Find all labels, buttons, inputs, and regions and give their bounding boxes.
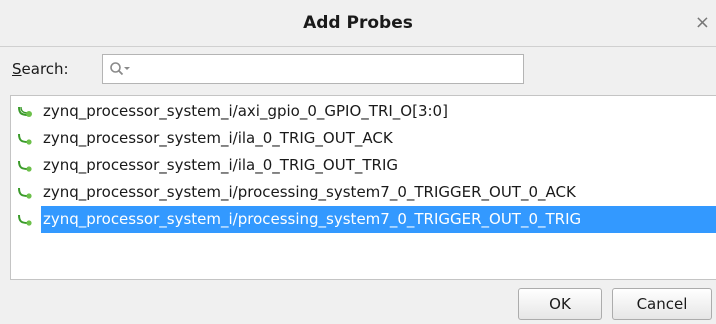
net-icon xyxy=(18,133,32,145)
probe-row-gpio[interactable]: zynq_processor_system_i/axi_gpio_0_GPIO_… xyxy=(11,98,716,125)
net-icon xyxy=(18,214,32,226)
probe-list[interactable]: zynq_processor_system_i/axi_gpio_0_GPIO_… xyxy=(10,95,716,280)
search-label-mnemonic: S xyxy=(12,60,22,78)
probe-label: zynq_processor_system_i/processing_syste… xyxy=(43,183,576,201)
search-label: Search: xyxy=(12,60,69,78)
net-icon xyxy=(18,187,32,199)
close-icon[interactable]: × xyxy=(695,0,710,46)
probe-label: zynq_processor_system_i/ila_0_TRIG_OUT_A… xyxy=(43,129,393,147)
search-input[interactable] xyxy=(135,57,515,81)
probe-label: zynq_processor_system_i/ila_0_TRIG_OUT_T… xyxy=(43,156,398,174)
search-field[interactable] xyxy=(102,54,524,84)
cancel-button[interactable]: Cancel xyxy=(612,288,712,320)
search-label-rest: earch: xyxy=(21,60,69,78)
bus-net-icon xyxy=(18,106,32,117)
probe-row-ps7-ack[interactable]: zynq_processor_system_i/processing_syste… xyxy=(11,179,716,206)
probe-row-ila-ack[interactable]: zynq_processor_system_i/ila_0_TRIG_OUT_A… xyxy=(11,125,716,152)
net-icon xyxy=(18,160,32,172)
dialog-title: Add Probes xyxy=(303,13,413,33)
search-icon[interactable] xyxy=(109,61,131,77)
add-probes-dialog: Add Probes × Search: zynq_processor_syst… xyxy=(0,0,716,324)
probe-row-ps7-trig[interactable]: zynq_processor_system_i/processing_syste… xyxy=(11,206,716,233)
title-bar: Add Probes × xyxy=(0,0,716,47)
probe-label: zynq_processor_system_i/processing_syste… xyxy=(41,206,716,233)
probe-row-ila-trig[interactable]: zynq_processor_system_i/ila_0_TRIG_OUT_T… xyxy=(11,152,716,179)
search-row: Search: xyxy=(0,50,716,92)
probe-label: zynq_processor_system_i/axi_gpio_0_GPIO_… xyxy=(43,102,448,120)
dialog-footer: OK Cancel xyxy=(0,280,716,324)
ok-button[interactable]: OK xyxy=(518,288,602,320)
